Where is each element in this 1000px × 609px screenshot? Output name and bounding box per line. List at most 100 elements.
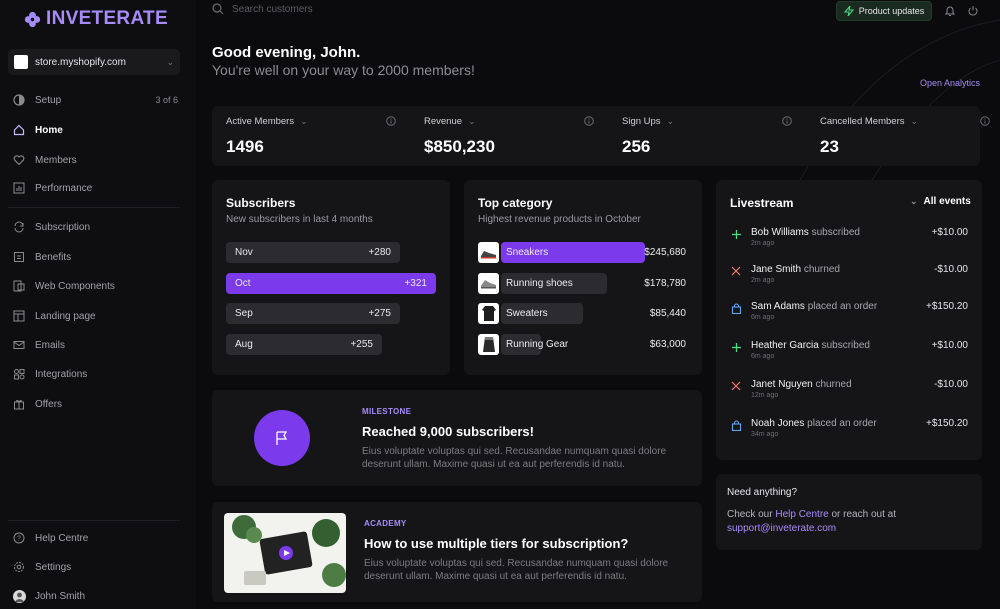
event-customer-name: Sam Adams (751, 301, 805, 312)
greeting-subtitle: You're well on your way to 2000 members! (212, 62, 475, 78)
bar-month-label: Aug (235, 339, 253, 351)
support-email-link[interactable]: support@inveterate.com (727, 523, 836, 534)
livestream-event[interactable]: Jane Smith churned 2m ago -$10.00 (730, 264, 970, 292)
search-bar[interactable]: Search customers (212, 3, 313, 15)
help-centre-link[interactable]: Help Centre (775, 509, 828, 520)
metric-label-dropdown[interactable]: Sign Ups ⌄ (622, 116, 792, 127)
heart-icon (12, 153, 26, 167)
bar-value: +255 (350, 339, 373, 351)
academy-title[interactable]: How to use multiple tiers for subscripti… (364, 536, 628, 551)
sidebar-item-john-smith[interactable]: John Smith (12, 586, 182, 606)
livestream-event[interactable]: Bob Williams subscribed 2m ago +$10.00 (730, 227, 970, 255)
bar-month-label: Sep (235, 308, 253, 320)
event-text: Bob Williams subscribed (751, 227, 860, 238)
greeting-title: Good evening, John. (212, 44, 361, 61)
running-gear-thumbnail (478, 334, 499, 356)
sidebar-item-offers[interactable]: Offers (12, 394, 182, 414)
sidebar-item-emails[interactable]: Emails (12, 335, 182, 355)
search-input[interactable]: Search customers (232, 4, 313, 15)
subscriber-bar-oct[interactable]: Oct +321 (226, 272, 436, 294)
plus-icon (730, 341, 742, 353)
sidebar-item-label: John Smith (35, 590, 86, 602)
brand-logo[interactable]: INVETERATE (24, 8, 168, 30)
sidebar-item-label: Offers (35, 398, 63, 410)
academy-thumbnail[interactable] (224, 513, 346, 593)
subscribers-title: Subscribers (226, 196, 296, 210)
sidebar: INVETERATE store.myshopify.com ⌄ Setup 3 … (0, 0, 196, 609)
sidebar-item-benefits[interactable]: Benefits (12, 247, 182, 267)
category-amount: $245,680 (644, 247, 686, 258)
category-row-running-shoes[interactable]: Running shoes $178,780 (478, 272, 686, 294)
metric-label-dropdown[interactable]: Cancelled Members ⌄ (820, 116, 990, 127)
chart-icon (12, 181, 26, 195)
milestone-body: Eius voluptate voluptas qui sed. Recusan… (362, 446, 667, 470)
subscriber-bar-sep[interactable]: Sep +275 (226, 303, 400, 325)
sidebar-item-label: Members (35, 154, 77, 166)
subscribers-subtitle: New subscribers in last 4 months (226, 214, 373, 225)
livestream-event[interactable]: Noah Jones placed an order 34m ago +$150.2… (730, 418, 970, 446)
search-icon (212, 3, 224, 15)
store-name: store.myshopify.com (35, 56, 126, 68)
info-icon[interactable] (584, 116, 594, 129)
livestream-event[interactable]: Heather Garcia subscribed 6m ago +$10.00 (730, 340, 970, 368)
metric-active-members: Active Members ⌄ 1496 (226, 116, 396, 157)
category-row-running-gear[interactable]: Running Gear $63,000 (478, 334, 686, 356)
sidebar-item-performance[interactable]: Performance (12, 178, 182, 198)
events-filter[interactable]: ⌄ All events (910, 196, 971, 207)
sidebar-item-setup[interactable]: Setup 3 of 6 (12, 90, 182, 110)
sidebar-item-label: Setup (35, 94, 62, 106)
layout-icon (12, 309, 26, 323)
nav-divider (8, 207, 180, 208)
event-text: Heather Garcia subscribed (751, 340, 870, 351)
running-shoe-thumbnail (478, 272, 499, 294)
info-icon[interactable] (980, 116, 990, 129)
subscriber-bar-aug[interactable]: Aug +255 (226, 334, 382, 356)
bar-month-label: Nov (235, 247, 253, 258)
category-amount: $63,000 (649, 339, 686, 351)
chevron-down-icon: ⌄ (666, 116, 675, 126)
livestream-event[interactable]: Sam Adams placed an order 6m ago +$150.20 (730, 301, 970, 329)
top-category-subtitle: Highest revenue products in October (478, 214, 641, 225)
sidebar-item-label: Landing page (35, 310, 96, 322)
event-customer-name: Bob Williams (751, 227, 809, 238)
event-time: 2m ago (751, 240, 775, 247)
metric-label-dropdown[interactable]: Revenue ⌄ (424, 116, 594, 127)
milestone-title: Reached 9,000 subscribers! (362, 424, 534, 439)
chevron-down-icon: ⌄ (468, 116, 476, 126)
event-text: Jane Smith churned (751, 264, 840, 275)
sidebar-item-home[interactable]: Home (12, 120, 182, 140)
sidebar-item-web-components[interactable]: Web Components (12, 276, 182, 296)
event-action: placed an order (807, 418, 877, 429)
sidebar-item-landing-page[interactable]: Landing page (12, 306, 182, 326)
metric-label: Revenue (424, 116, 463, 127)
sidebar-item-settings[interactable]: Settings (12, 557, 182, 577)
category-row-sneakers[interactable]: Sneakers $245,680 (478, 242, 686, 263)
help-title: Need anything? (727, 487, 798, 498)
logo-icon (24, 11, 41, 27)
sidebar-item-help-centre[interactable]: ? Help Centre (12, 528, 182, 548)
category-row-sweaters[interactable]: Sweaters $85,440 (478, 303, 686, 325)
sidebar-item-members[interactable]: Members (12, 150, 182, 170)
gift-icon (12, 397, 26, 411)
help-icon: ? (12, 531, 26, 545)
sidebar-item-subscription[interactable]: Subscription (12, 217, 182, 237)
sidebar-item-label: Settings (35, 561, 72, 573)
open-analytics-link[interactable]: Open Analytics (920, 78, 980, 88)
gear-icon (12, 560, 26, 574)
event-amount: +$150.20 (926, 301, 968, 312)
metric-label-dropdown[interactable]: Active Members ⌄ (226, 116, 396, 127)
event-action: churned (803, 264, 840, 275)
event-amount: -$10.00 (934, 379, 968, 390)
store-selector[interactable]: store.myshopify.com ⌄ (8, 49, 180, 75)
metric-label: Cancelled Members (820, 116, 905, 127)
info-icon[interactable] (386, 116, 396, 129)
brand-name: INVETERATE (46, 8, 168, 29)
bar-value: +321 (404, 277, 427, 289)
event-text: Noah Jones placed an order (751, 418, 877, 429)
livestream-event[interactable]: Janet Nguyen churned 12m ago -$10.00 (730, 379, 970, 407)
subscriber-bar-nov[interactable]: Nov +280 (226, 242, 400, 263)
academy-image (232, 515, 346, 587)
sidebar-item-integrations[interactable]: Integrations (12, 364, 182, 384)
event-action: placed an order (807, 301, 878, 312)
info-icon[interactable] (782, 116, 792, 129)
